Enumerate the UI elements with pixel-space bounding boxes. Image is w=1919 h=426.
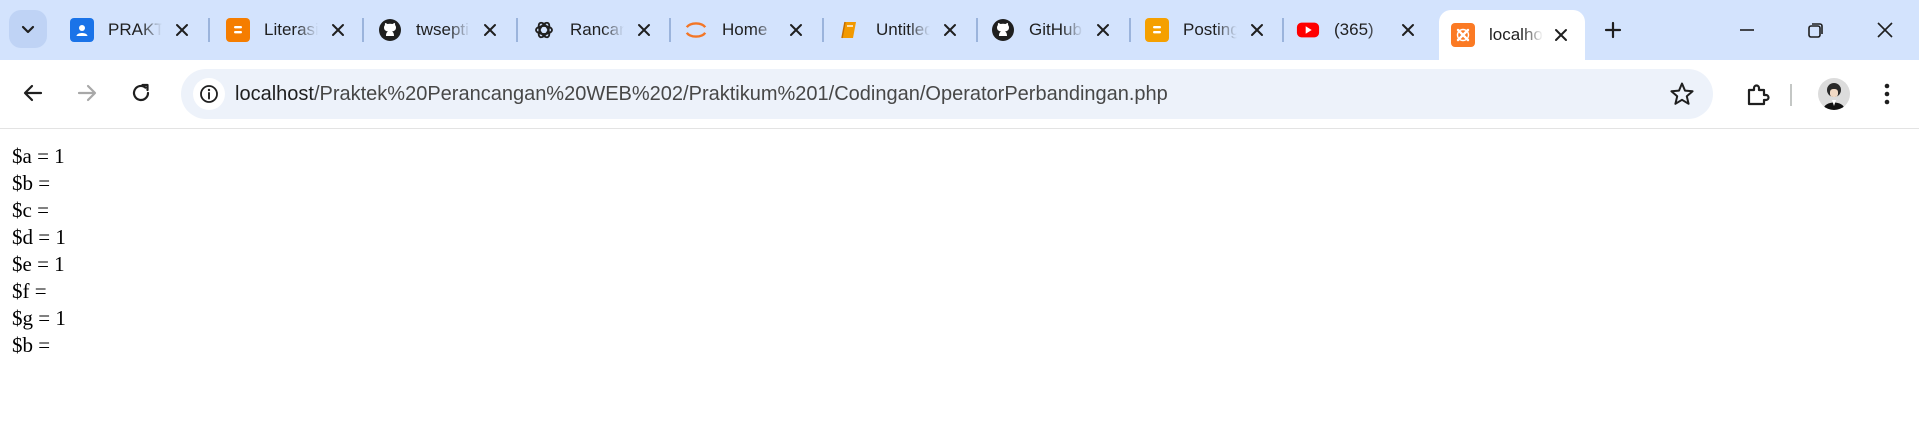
browser-tab[interactable]: Rancangan (532, 10, 656, 50)
info-icon (200, 85, 218, 103)
close-icon[interactable] (784, 18, 808, 42)
browser-toolbar: localhost/Praktek%20Perancangan%20WEB%20… (0, 60, 1919, 129)
blogger-icon (226, 18, 250, 42)
minimize-button[interactable] (1729, 12, 1765, 48)
tab-title: GitHub (1029, 20, 1082, 39)
browser-tab[interactable]: PRAKTIKUM (70, 10, 194, 50)
site-info-button[interactable] (193, 78, 225, 110)
browser-tab[interactable]: (365) (1296, 10, 1420, 50)
plus-icon (1604, 21, 1622, 39)
close-icon[interactable] (1396, 18, 1420, 42)
profile-avatar[interactable] (1818, 78, 1850, 110)
browser-tab[interactable]: Literasi Digital (226, 10, 350, 50)
arrow-left-icon (23, 84, 43, 102)
tab-title: Literasi Digital (264, 20, 318, 39)
puzzle-icon (1747, 84, 1770, 106)
browser-tab[interactable]: GitHub (991, 10, 1115, 50)
url-text: localhost/Praktek%20Perancangan%20WEB%20… (235, 83, 1168, 106)
openai-icon (532, 18, 556, 42)
restore-button[interactable] (1798, 12, 1834, 48)
tab-title: Rancangan (570, 20, 624, 39)
close-icon[interactable] (938, 18, 962, 42)
minimize-icon (1740, 29, 1754, 31)
menu-button[interactable] (1872, 77, 1902, 111)
reload-icon (132, 83, 150, 102)
close-icon[interactable] (326, 18, 350, 42)
tab-separator (822, 18, 824, 42)
output-line: $a = 1 (12, 144, 65, 168)
tab-separator (1282, 18, 1284, 42)
tab-title: (365) (1334, 20, 1374, 39)
browser-tab[interactable]: Posting (1145, 10, 1269, 50)
tab-separator (1129, 18, 1131, 42)
youtube-icon (1296, 18, 1320, 42)
output-line: $g = 1 (12, 306, 66, 330)
output-line: $b = (12, 333, 51, 357)
tab-separator (362, 18, 364, 42)
tab-search-button[interactable] (9, 10, 47, 48)
url-path: /Praktek%20Perancangan%20WEB%202/Praktik… (313, 83, 1168, 105)
tab-separator (976, 18, 978, 42)
more-vert-icon (1884, 83, 1890, 105)
tab-title: twsepti (416, 20, 469, 39)
new-tab-button[interactable] (1599, 16, 1627, 44)
google-classroom-icon (70, 18, 94, 42)
bookmark-star-icon[interactable] (1669, 81, 1695, 107)
restore-icon (1808, 23, 1823, 38)
tab-separator (208, 18, 210, 42)
github-icon (378, 18, 402, 42)
close-icon (1877, 22, 1893, 38)
close-icon[interactable] (170, 18, 194, 42)
close-icon[interactable] (478, 18, 502, 42)
tab-title: Posting (1183, 20, 1237, 39)
tab-separator (516, 18, 518, 42)
github-icon (991, 18, 1015, 42)
arrow-right-icon (77, 84, 97, 102)
output-line: $f = (12, 279, 47, 303)
book-icon (838, 18, 862, 42)
xampp-icon (1451, 23, 1475, 47)
tab-strip: PRAKTIKUM Literasi Digital twsepti Ranca… (0, 0, 1919, 60)
extensions-button[interactable] (1740, 77, 1774, 111)
jupyter-icon (684, 18, 708, 42)
back-button[interactable] (14, 74, 52, 112)
tab-title: localhost (1489, 25, 1543, 44)
chevron-down-icon (21, 25, 35, 34)
browser-tab[interactable]: Home (684, 10, 808, 50)
forward-button[interactable] (68, 74, 106, 112)
toolbar-separator (1790, 84, 1792, 106)
tab-title: Untitled (876, 20, 930, 39)
output-line: $e = 1 (12, 252, 65, 276)
close-window-button[interactable] (1867, 12, 1903, 48)
tab-separator (669, 18, 671, 42)
close-icon[interactable] (632, 18, 656, 42)
url-host: localhost (235, 83, 314, 105)
browser-tab[interactable]: twsepti (378, 10, 502, 50)
page-content: $a = 1 $b = $c = $d = 1 $e = 1 $f = $g =… (12, 143, 66, 359)
close-icon[interactable] (1091, 18, 1115, 42)
tab-title: Home (722, 20, 768, 39)
tab-title: PRAKTIKUM (108, 20, 162, 39)
output-line: $d = 1 (12, 225, 66, 249)
output-line: $b = (12, 171, 51, 195)
blogger-icon (1145, 18, 1169, 42)
reload-button[interactable] (122, 74, 160, 112)
close-icon[interactable] (1549, 23, 1573, 47)
browser-tab-active[interactable]: localhost (1439, 10, 1585, 60)
output-line: $c = (12, 198, 49, 222)
address-bar[interactable]: localhost/Praktek%20Perancangan%20WEB%20… (181, 69, 1713, 119)
browser-tab[interactable]: Untitled (838, 10, 962, 50)
close-icon[interactable] (1245, 18, 1269, 42)
